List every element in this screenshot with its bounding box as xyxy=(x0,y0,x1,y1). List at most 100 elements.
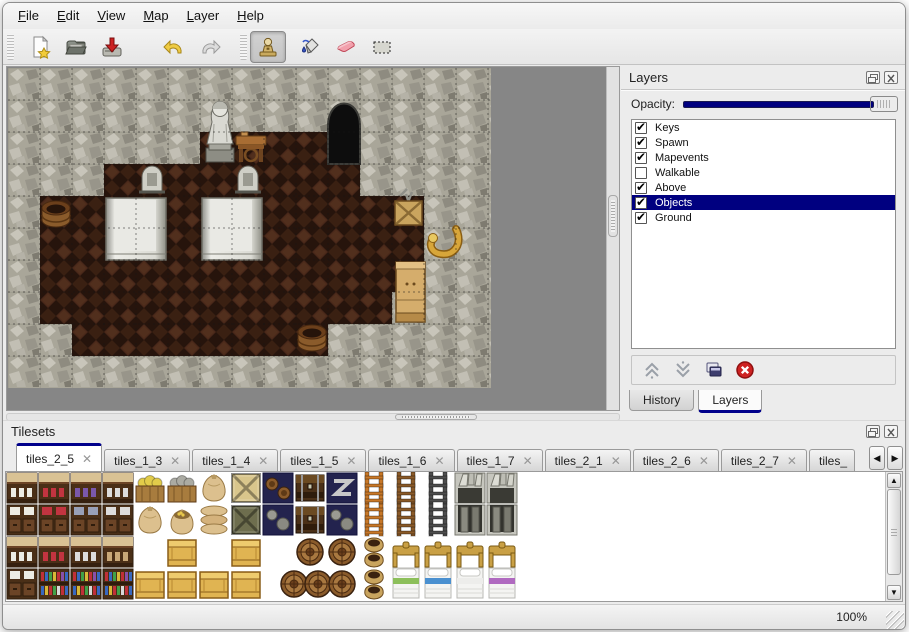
map-canvas[interactable] xyxy=(8,68,491,388)
tile-gold-crate[interactable] xyxy=(168,572,196,598)
menu-layer[interactable]: Layer xyxy=(178,3,229,29)
tile-shelf-jugs[interactable] xyxy=(71,537,101,567)
tile-bed-blue[interactable] xyxy=(425,568,451,598)
tile-stone-crate[interactable] xyxy=(168,476,196,503)
tileset-tiles[interactable] xyxy=(7,472,517,599)
tile-pot[interactable] xyxy=(365,570,383,584)
tile-ladder-brown[interactable] xyxy=(397,472,415,504)
tile-bookshelf[interactable] xyxy=(71,569,101,599)
tile-ladder-gray[interactable] xyxy=(429,504,447,536)
tile-gold-crate[interactable] xyxy=(200,572,228,598)
tile-cellar-stones[interactable] xyxy=(327,505,357,535)
tile-cellar-stones[interactable] xyxy=(263,505,293,535)
tile-cabinet-jars[interactable] xyxy=(7,569,37,599)
tileset-tab[interactable]: tiles_1_3✕ xyxy=(104,449,190,471)
tile-cabinet-red[interactable] xyxy=(39,505,69,535)
opacity-slider-track[interactable] xyxy=(683,101,874,108)
delete-layer-button[interactable] xyxy=(734,359,756,381)
tile-stone-doorway[interactable] xyxy=(455,505,485,535)
tile-barrel[interactable] xyxy=(329,539,355,565)
move-layer-down-button[interactable] xyxy=(672,359,694,381)
opacity-slider[interactable] xyxy=(683,96,898,112)
opacity-slider-handle[interactable] xyxy=(870,96,898,112)
tile-bed-white[interactable] xyxy=(457,568,483,598)
tile-gold-crate[interactable] xyxy=(232,572,260,598)
tile-chest[interactable] xyxy=(296,475,324,501)
tile-shelf-jugs[interactable] xyxy=(103,473,133,503)
menu-file[interactable]: File xyxy=(9,3,48,29)
tile-ladder-orange[interactable] xyxy=(365,472,383,504)
tile-ladder-brown[interactable] xyxy=(397,504,415,536)
toolbar-drag-handle[interactable] xyxy=(7,34,14,60)
tileset-tab[interactable]: tiles_1_4✕ xyxy=(192,449,278,471)
tile-pot[interactable] xyxy=(365,553,383,567)
close-tab-icon[interactable]: ✕ xyxy=(346,454,356,468)
scroll-up-button[interactable]: ▲ xyxy=(887,473,901,488)
duplicate-layer-button[interactable] xyxy=(703,359,725,381)
tile-produce-crate[interactable] xyxy=(136,476,164,503)
layer-visibility-checkbox[interactable]: ✔ xyxy=(635,167,647,179)
tile-shelf-red-bottles[interactable] xyxy=(39,473,69,503)
tileset-tab[interactable]: tiles_2_6✕ xyxy=(633,449,719,471)
tile-bookshelf[interactable] xyxy=(103,569,133,599)
layer-row-spawn[interactable]: ✔ Spawn xyxy=(632,135,895,150)
tile-chest[interactable] xyxy=(296,507,324,533)
tile-barrel[interactable] xyxy=(305,571,331,597)
tileset-vscroll-thumb[interactable] xyxy=(887,489,901,575)
new-file-button[interactable] xyxy=(22,31,58,63)
tile-shelf-red[interactable] xyxy=(39,537,69,567)
fill-tool-button[interactable] xyxy=(292,31,328,63)
toolbar-drag-handle-2[interactable] xyxy=(240,34,247,60)
close-tab-icon[interactable]: ✕ xyxy=(523,454,533,468)
scroll-down-button[interactable]: ▼ xyxy=(887,585,901,600)
tile-cabinet-dishes[interactable] xyxy=(7,505,37,535)
menu-help[interactable]: Help xyxy=(228,3,273,29)
close-tab-icon[interactable]: ✕ xyxy=(611,454,621,468)
layer-visibility-checkbox[interactable]: ✔ xyxy=(635,212,647,224)
stamp-tool-button[interactable] xyxy=(250,31,286,63)
menu-map[interactable]: Map xyxy=(134,3,177,29)
float-panel-icon[interactable] xyxy=(866,71,880,84)
tile-cabinet-jugs[interactable] xyxy=(103,505,133,535)
tileset-tab[interactable]: tiles_1_7✕ xyxy=(457,449,543,471)
tile-bookshelf[interactable] xyxy=(39,569,69,599)
layer-visibility-checkbox[interactable]: ✔ xyxy=(635,152,647,164)
eraser-tool-button[interactable] xyxy=(328,31,364,63)
tileset-tab[interactable]: tiles_1_6✕ xyxy=(368,449,454,471)
tile-shelf-purple-bottles[interactable] xyxy=(71,473,101,503)
map-vertical-scrollbar[interactable] xyxy=(606,67,619,410)
tile-dark-crate[interactable] xyxy=(232,506,260,534)
tile-light-crate[interactable] xyxy=(232,474,260,502)
tile-bed-headboard[interactable] xyxy=(425,542,451,567)
open-file-button[interactable] xyxy=(58,31,94,63)
close-tab-icon[interactable]: ✕ xyxy=(82,452,92,466)
layer-row-objects[interactable]: ✔ Objects xyxy=(632,195,895,210)
map-viewport[interactable] xyxy=(6,66,620,411)
layer-row-keys[interactable]: ✔ Keys xyxy=(632,120,895,135)
tile-stone-arch[interactable] xyxy=(455,473,485,503)
tile-gold-crate[interactable] xyxy=(232,540,260,566)
undo-button[interactable] xyxy=(156,31,192,63)
move-layer-up-button[interactable] xyxy=(641,359,663,381)
tile-sack[interactable] xyxy=(203,475,225,501)
tile-shelf-tan[interactable] xyxy=(103,537,133,567)
close-panel-icon[interactable] xyxy=(884,425,898,438)
tile-stacked-sacks[interactable] xyxy=(201,506,227,534)
tile-stone-doorway[interactable] xyxy=(487,505,517,535)
tileset-tab[interactable]: tiles_ xyxy=(809,449,855,471)
float-panel-icon[interactable] xyxy=(866,425,880,438)
tile-shelf-dishes[interactable] xyxy=(7,537,37,567)
menu-edit[interactable]: Edit xyxy=(48,3,88,29)
tab-layers[interactable]: Layers xyxy=(698,390,762,413)
layer-row-walkable[interactable]: ✔ Walkable xyxy=(632,165,895,180)
tileset-tab[interactable]: tiles_1_5✕ xyxy=(280,449,366,471)
tile-bed-headboard-ornate[interactable] xyxy=(489,542,515,567)
rect-select-tool-button[interactable] xyxy=(364,31,400,63)
close-tab-icon[interactable]: ✕ xyxy=(787,454,797,468)
close-tab-icon[interactable]: ✕ xyxy=(699,454,709,468)
tile-barrel[interactable] xyxy=(329,571,355,597)
tileset-tab[interactable]: tiles_2_1✕ xyxy=(545,449,631,471)
tileset-vertical-scrollbar[interactable]: ▲ ▼ xyxy=(885,472,902,601)
menu-view[interactable]: View xyxy=(88,3,134,29)
scroll-tabs-right-button[interactable]: ▶ xyxy=(887,446,903,470)
